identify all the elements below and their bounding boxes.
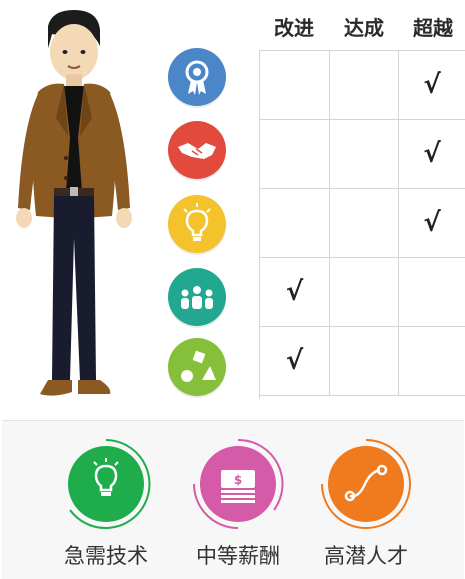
column-header-exceed: 超越 — [413, 16, 453, 40]
handshake-icon — [168, 121, 226, 179]
column-header-improve: 改进 — [274, 16, 314, 40]
table-cell: √ — [399, 189, 465, 258]
category-label-high-potential: 高潜人才 — [324, 544, 408, 568]
table-cell: √ — [260, 327, 330, 396]
table-cell — [330, 189, 399, 258]
table-cell — [330, 120, 399, 189]
table-cell — [330, 51, 399, 120]
table-cell: √ — [399, 120, 465, 189]
svg-text:$: $ — [234, 473, 242, 487]
team-icon — [168, 268, 226, 326]
award-ribbon-icon — [168, 48, 226, 106]
column-header-achieve: 达成 — [344, 16, 384, 40]
lightbulb-icon — [168, 195, 226, 253]
table-cell: √ — [260, 258, 330, 327]
shapes-icon — [168, 338, 226, 396]
urgent-skills-badge — [56, 434, 156, 534]
person-illustration — [16, 10, 132, 396]
category-label-urgent-skills: 急需技术 — [64, 544, 148, 568]
table-cell — [399, 258, 465, 327]
table-cell — [260, 189, 330, 258]
medium-pay-badge: $ — [188, 434, 288, 534]
table-cell — [330, 327, 399, 396]
high-potential-badge — [316, 434, 416, 534]
table-cell — [399, 327, 465, 396]
table-cell — [260, 120, 330, 189]
assessment-table: √ √ √ √ √ — [259, 50, 465, 399]
table-cell — [260, 51, 330, 120]
table-cell — [330, 258, 399, 327]
category-label-medium-pay: 中等薪酬 — [196, 544, 280, 568]
table-cell: √ — [399, 51, 465, 120]
